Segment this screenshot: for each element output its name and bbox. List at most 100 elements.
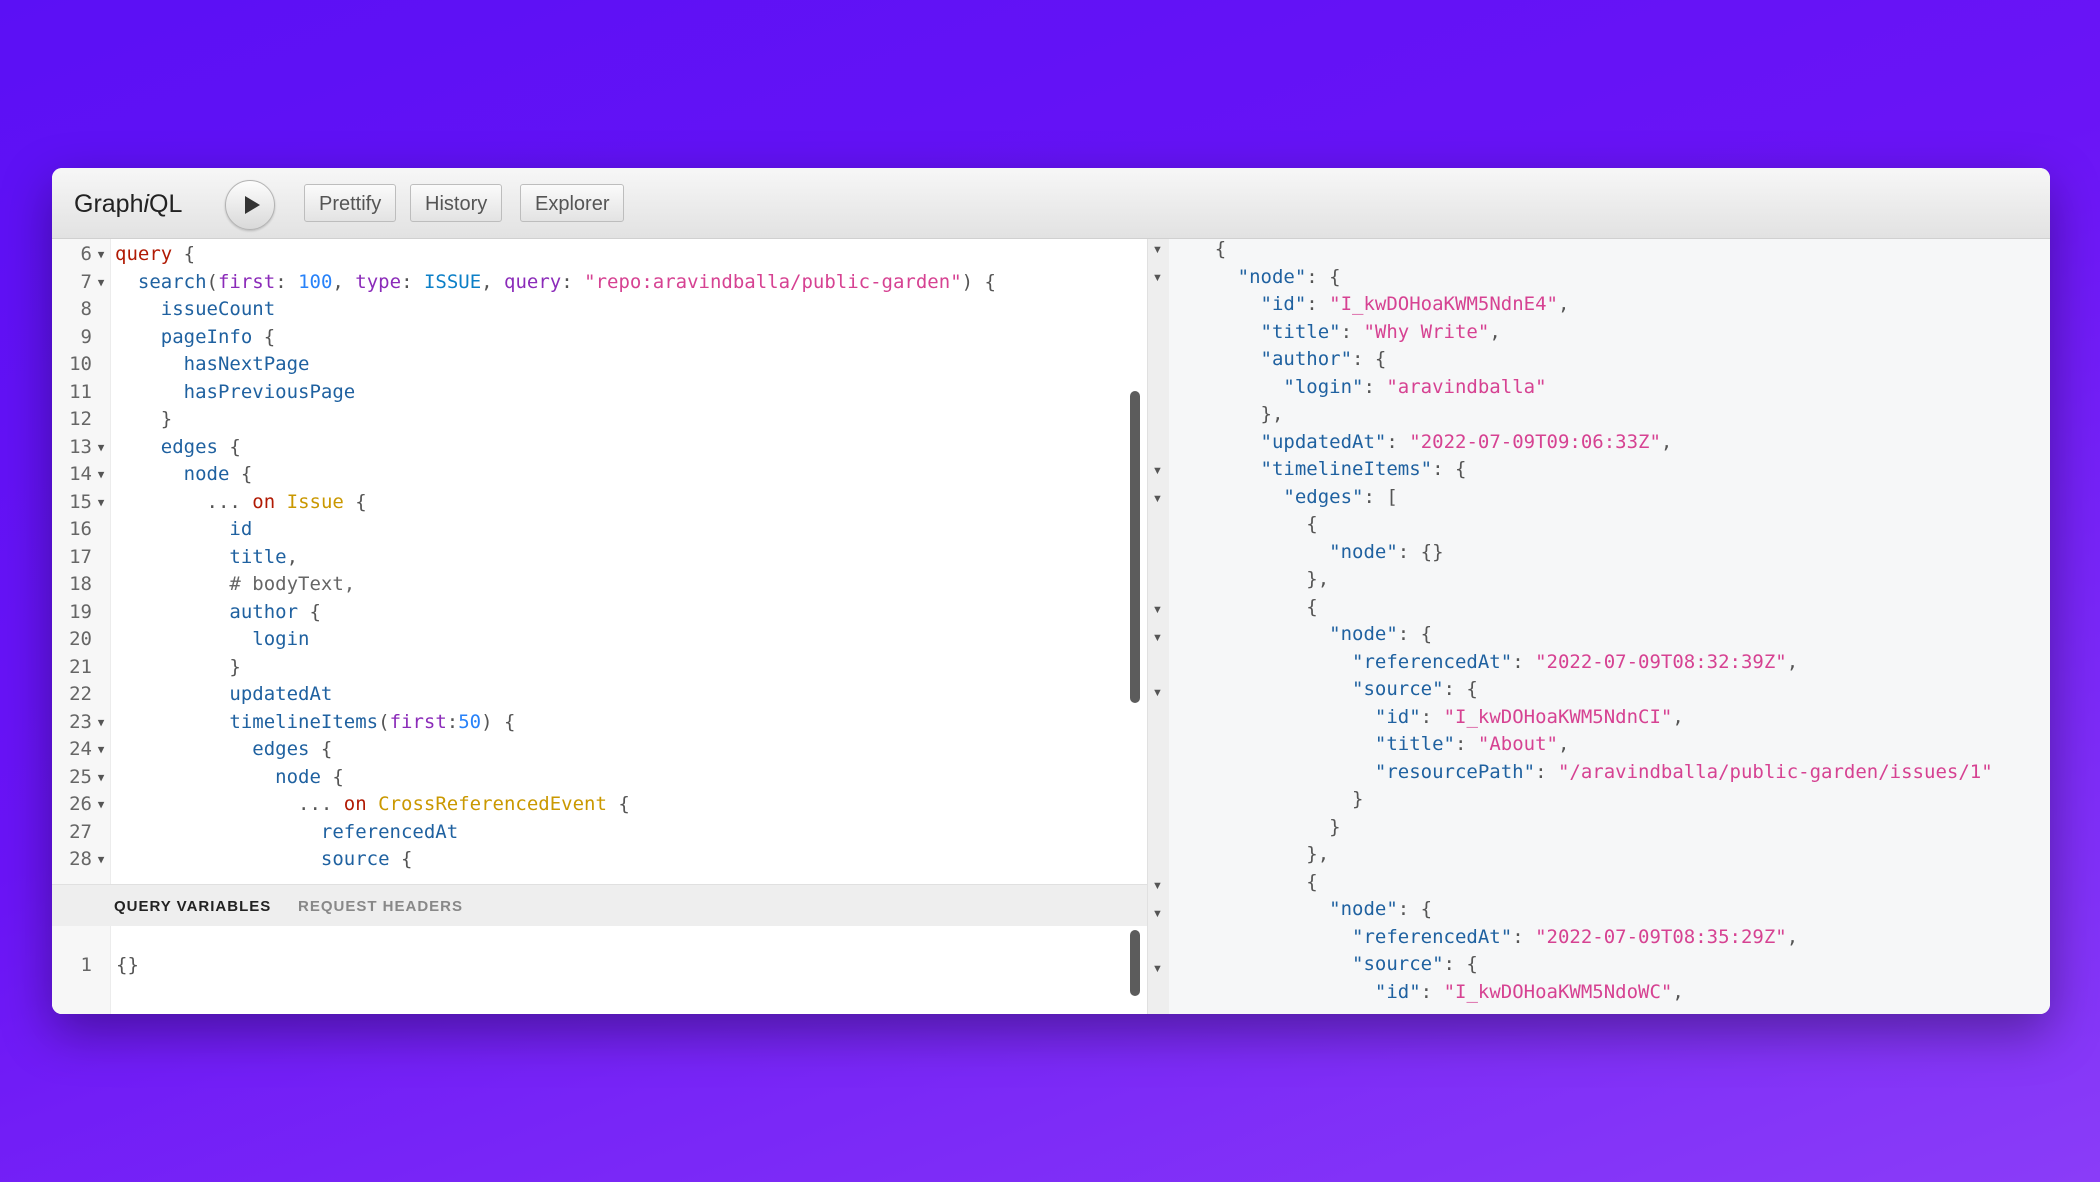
line-number: 15 [69,490,92,513]
line-number: 23 [69,710,92,733]
result-line: }, [1169,401,1284,428]
code-token: referencedAt [320,820,459,843]
fold-arrow-icon[interactable]: ▼ [94,736,108,763]
code-token: ) { [481,710,516,733]
fold-arrow-icon[interactable]: ▼ [94,461,108,488]
code-token: "2022-07-09T08:35:29Z" [1535,925,1787,948]
tab-request-headers[interactable]: REQUEST HEADERS [298,898,463,915]
code-token: { [229,463,253,485]
line-number: 6 [80,243,92,265]
result-line: "title": "About", [1169,731,1570,758]
prettify-button[interactable]: Prettify [304,184,397,222]
code-token: "node" [1329,898,1398,920]
result-line: { [1169,594,1317,621]
code-token: : [ [1363,485,1398,508]
code-token: first [389,710,447,733]
fold-arrow-icon[interactable]: ▼ [94,241,108,268]
code-token: { [1169,239,1227,260]
fold-arrow-icon[interactable]: ▼ [94,434,108,461]
fold-arrow-icon[interactable]: ▼ [94,489,108,516]
result-line: "timelineItems": { [1169,456,1467,483]
code-line: pageInfo { [115,324,275,351]
result-line: { [1169,511,1317,538]
editor-result-divider[interactable]: ▼ ▼ ▼ ▼ ▼ ▼ ▼ ▼ ▼ ▼ [1147,239,1171,1014]
code-token: "resourcePath" [1374,760,1536,783]
result-line: "id": "I_kwDOHoaKWM5NdnE4", [1169,291,1570,318]
code-token: "edges" [1283,485,1364,508]
result-line: "updatedAt": "2022-07-09T09:06:33Z", [1169,429,1673,456]
history-button[interactable]: History [410,184,503,222]
execute-query-button[interactable] [225,180,275,230]
variables-content[interactable]: {} [116,952,139,979]
result-line: "node": { [1169,264,1341,291]
code-token: : { [1443,678,1478,700]
code-line: edges { [115,736,332,763]
result-line: "login": "aravindballa" [1169,374,1546,401]
result-line: "referencedAt": "2022-07-09T08:32:39Z", [1169,649,1798,676]
code-token: "/aravindballa/public-garden/issues/1" [1557,760,1993,783]
code-line: } [115,406,172,433]
line-number: 24 [69,738,92,760]
code-token: pageInfo [160,325,253,348]
tab-query-variables[interactable]: QUERY VARIABLES [114,898,271,915]
fold-arrow-icon[interactable]: ▼ [94,709,108,736]
code-token: : [561,270,585,293]
code-token: "I_kwDOHoaKWM5NdoWC" [1443,980,1673,1003]
code-token: : [401,270,424,293]
code-token: : [1420,705,1444,728]
code-token: source [320,848,390,870]
code-token: : { [1397,898,1433,920]
line-number: 27 [69,820,92,843]
code-line: author { [115,599,321,626]
code-line: search(first: 100, type: ISSUE, query: "… [115,269,996,296]
code-token: : {} [1397,540,1444,563]
code-token: : [1386,430,1410,453]
line-number: 26 [69,793,92,815]
variables-tabs: QUERY VARIABLES REQUEST HEADERS [52,884,1147,927]
code-token: { [172,243,196,265]
fold-arrow-icon[interactable]: ▼ [94,269,108,296]
result-line: "author": { [1169,346,1387,373]
result-line: "id": "I_kwDOHoaKWM5NdnCI", [1169,704,1684,731]
variables-editor[interactable]: 1 {} [52,926,1147,1014]
code-token: , [286,545,299,568]
code-token: query [504,270,562,293]
line-number: 13 [69,435,92,458]
explorer-button[interactable]: Explorer [520,184,625,222]
fold-arrow-icon[interactable]: ▼ [94,791,108,818]
line-number: 19 [69,600,92,623]
code-token: , [332,270,356,293]
code-line: timelineItems(first:50) { [115,709,515,736]
query-editor[interactable]: 6 ▼ query {7 ▼ search(first: 100, type: ISS… [52,239,1147,884]
result-line: "title": "Why Write", [1169,319,1501,346]
query-editor-scrollbar[interactable] [1130,391,1140,703]
line-number: 12 [69,408,92,430]
code-line: node { [115,461,253,488]
variables-scrollbar[interactable] [1130,930,1140,996]
result-line: "node": { [1169,621,1432,648]
code-token: search [137,270,207,293]
code-token: }, [1169,403,1284,425]
code-token: ) { [961,270,996,293]
fold-arrow-icon[interactable]: ▼ [94,764,108,791]
result-viewer[interactable]: { "node": { "id": "I_kwDOHoaKWM5NdnE4", … [1169,239,2050,1014]
fold-arrow-icon[interactable]: ▼ [94,846,108,873]
code-token: : [1512,650,1536,673]
code-token: ... [115,490,253,513]
code-token: hasPreviousPage [183,380,356,403]
code-token: : { [1397,623,1433,645]
